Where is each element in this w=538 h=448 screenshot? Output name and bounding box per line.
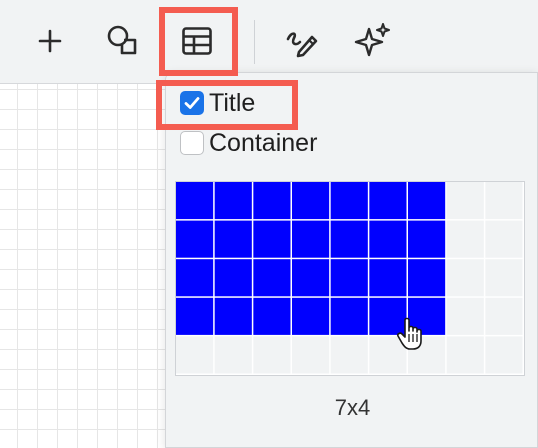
grid-cell[interactable] xyxy=(330,220,368,258)
checkmark-icon xyxy=(184,97,200,109)
grid-cell[interactable] xyxy=(408,259,446,297)
title-option[interactable]: Title xyxy=(180,88,255,118)
grid-cell[interactable] xyxy=(214,220,252,258)
shapes-icon xyxy=(107,25,137,55)
title-checkbox[interactable] xyxy=(180,91,204,115)
container-checkbox[interactable] xyxy=(180,131,204,155)
grid-cell[interactable] xyxy=(292,220,330,258)
grid-cell[interactable] xyxy=(408,297,446,335)
shapes-button[interactable] xyxy=(100,14,146,68)
grid-cell[interactable] xyxy=(253,220,291,258)
table-insert-popup: Title Container 7x4 xyxy=(165,72,538,448)
grid-cell[interactable] xyxy=(369,259,407,297)
grid-cell[interactable] xyxy=(446,182,484,220)
table-button[interactable] xyxy=(174,14,220,68)
grid-cell[interactable] xyxy=(292,336,330,374)
grid-cell[interactable] xyxy=(446,220,484,258)
plus-icon xyxy=(38,29,62,53)
grid-cell[interactable] xyxy=(292,182,330,220)
grid-cell[interactable] xyxy=(369,297,407,335)
grid-cell[interactable] xyxy=(408,182,446,220)
table-size-label: 7x4 xyxy=(334,395,371,420)
add-button[interactable] xyxy=(27,14,73,68)
table-icon xyxy=(182,27,212,55)
grid-cell[interactable] xyxy=(446,297,484,335)
freehand-pen-icon xyxy=(286,32,318,58)
grid-cell[interactable] xyxy=(176,220,214,258)
table-size-grid-cells[interactable] xyxy=(176,182,524,375)
grid-cell[interactable] xyxy=(253,336,291,374)
container-option[interactable]: Container xyxy=(180,128,317,158)
grid-cell[interactable] xyxy=(253,297,291,335)
grid-cell[interactable] xyxy=(330,259,368,297)
grid-cell[interactable] xyxy=(485,297,523,335)
toolbar-separator xyxy=(254,20,255,64)
grid-cell[interactable] xyxy=(369,220,407,258)
grid-cell[interactable] xyxy=(253,182,291,220)
grid-cell[interactable] xyxy=(330,297,368,335)
grid-cell[interactable] xyxy=(176,336,214,374)
grid-cell[interactable] xyxy=(369,336,407,374)
grid-cell[interactable] xyxy=(292,259,330,297)
container-label: Container xyxy=(209,129,318,157)
grid-cell[interactable] xyxy=(176,259,214,297)
grid-cell[interactable] xyxy=(408,220,446,258)
grid-cell[interactable] xyxy=(446,259,484,297)
grid-cell[interactable] xyxy=(214,259,252,297)
grid-cell[interactable] xyxy=(214,336,252,374)
grid-cell[interactable] xyxy=(446,336,484,374)
generate-button[interactable] xyxy=(350,14,396,68)
grid-cell[interactable] xyxy=(485,259,523,297)
grid-cell[interactable] xyxy=(369,182,407,220)
grid-cell[interactable] xyxy=(408,336,446,374)
freehand-button[interactable] xyxy=(278,14,324,68)
grid-cell[interactable] xyxy=(330,336,368,374)
sparkles-icon xyxy=(354,23,390,57)
grid-cell[interactable] xyxy=(485,336,523,374)
grid-cell[interactable] xyxy=(214,297,252,335)
grid-cell[interactable] xyxy=(485,182,523,220)
grid-cell[interactable] xyxy=(330,182,368,220)
title-label: Title xyxy=(209,89,256,117)
grid-cell[interactable] xyxy=(214,182,252,220)
grid-cell[interactable] xyxy=(253,259,291,297)
table-size-grid[interactable] xyxy=(175,181,525,376)
grid-cell[interactable] xyxy=(176,182,214,220)
grid-cell[interactable] xyxy=(292,297,330,335)
grid-cell[interactable] xyxy=(176,297,214,335)
grid-cell[interactable] xyxy=(485,220,523,258)
